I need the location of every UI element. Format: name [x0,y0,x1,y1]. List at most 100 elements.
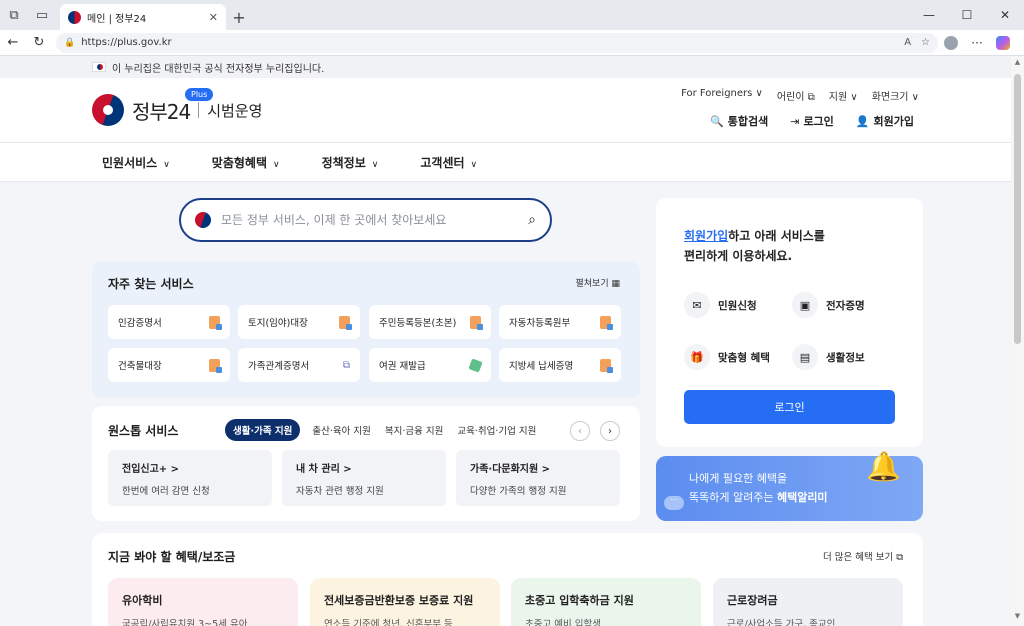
service-label: 여권 재발급 [379,361,426,372]
tab-education-jobs[interactable]: 교육·취업·기업 지원 [457,423,536,437]
service-item[interactable]: 토지(임야)대장 [238,305,360,339]
gov-emblem-icon [92,94,124,126]
browser-address-bar: ← ↻ 🔒 https://plus.gov.kr A ☆ ··· [0,30,1024,56]
signup-link[interactable]: 👤 회원가입 [856,113,914,129]
benefits-title: 지금 봐야 할 혜택/보조금 [108,550,236,564]
benefit-card[interactable]: 초중고 입학축하금 지원 초중고 예비 입학생 [511,578,701,626]
benefit-card[interactable]: 유아학비 국공립/사립유치원 3~5세 유아 [108,578,298,626]
benefit-card-title: 근로장려금 [727,594,778,607]
korea-flag-icon [92,62,106,72]
feature-e-certificate[interactable]: ▣ 전자증명 [792,292,865,318]
tab-birth-childcare[interactable]: 출산·육아 지원 [312,423,370,437]
plus-badge: Plus [185,88,214,101]
close-window-icon[interactable]: ✕ [986,0,1024,30]
page-scrollbar[interactable]: ▲ ▼ [1011,56,1024,626]
util-screen-size[interactable]: 화면크기 ∨ [872,88,919,103]
prev-arrow-button[interactable]: ‹ [570,421,590,441]
banner-highlight: 혜택알리미 [776,491,828,504]
chevron-down-icon: ∨ [273,159,280,170]
service-item[interactable]: 주민등록등본(초본) [369,305,491,339]
service-item[interactable]: 지방세 납세증명 [499,348,621,382]
benefit-card-desc: 초중고 예비 입학생 [525,619,601,626]
read-aloud-icon[interactable]: A [904,37,911,48]
external-link-icon: ⧉ [342,359,350,371]
service-item[interactable]: 자동차등록원부 [499,305,621,339]
main-search-box: ⌕ [179,198,552,242]
refresh-icon[interactable]: ↻ [26,30,52,56]
lock-icon[interactable]: 🔒 [64,38,75,48]
expand-button[interactable]: 펼쳐보기 ▦ [576,276,621,289]
feature-civil-application[interactable]: ✉ 민원신청 [684,292,757,318]
chevron-down-icon: ∨ [371,159,379,170]
minimize-icon[interactable]: — [910,0,948,30]
login-button[interactable]: 로그인 [684,390,895,424]
service-label: 자동차등록원부 [509,318,571,329]
back-icon[interactable]: ← [0,30,26,56]
benefit-card-desc: 연소득 기준에 청년, 신혼부부 등 [324,619,453,626]
workspaces-icon[interactable]: ⧉ [0,0,28,30]
tab-welfare-finance[interactable]: 복지·금융 지원 [385,423,443,437]
copilot-icon[interactable] [990,30,1016,56]
nav-policy-info[interactable]: 정책정보 ∨ [322,154,379,171]
favorite-star-icon[interactable]: ☆ [921,37,930,48]
service-label: 건축물대장 [118,361,162,372]
site-logo[interactable]: 정부24 Plus 시범운영 [92,88,262,126]
tab-life-family[interactable]: 생활·가족 지원 [225,419,301,441]
scrollbar-thumb[interactable] [1014,74,1021,344]
login-message-line2: 편리하게 이용하세요. [684,249,793,263]
more-benefits-link[interactable]: 더 많은 혜택 보기 ⧉ [823,549,903,563]
card-desc: 다양한 가족의 행정 지원 [470,486,567,497]
util-for-foreigners[interactable]: For Foreigners ∨ [681,88,763,103]
login-label: 로그인 [803,115,834,128]
benefit-card[interactable]: 전세보증금반환보증 보증료 지원 연소득 기준에 청년, 신혼부부 등 [310,578,500,626]
frequent-services-title: 자주 찾는 서비스 [108,277,194,291]
profile-icon[interactable] [938,30,964,56]
banner-line2-text: 똑똑하게 알려주는 [689,491,777,504]
site-header: 정부24 Plus 시범운영 For Foreigners ∨ 어린이 ⧉ 지원… [0,78,1011,142]
service-item[interactable]: 건축물대장 [108,348,230,382]
feature-custom-benefit[interactable]: 🎁 맞춤형 혜택 [684,344,770,370]
card-title: 전입신고+ > [122,464,180,475]
browser-tab[interactable]: 메인 | 정부24 ✕ [60,4,226,30]
benefit-card-desc: 국공립/사립유치원 3~5세 유아 [122,619,248,626]
benefit-card[interactable]: 근로장려금 근로/사업소득 가구, 종교인 [713,578,903,626]
maximize-icon[interactable]: ☐ [948,0,986,30]
benefit-alert-banner[interactable]: 나에게 필요한 혜택을 똑똑하게 알려주는 혜택알리미 🔔 ··· [656,450,923,521]
new-tab-button[interactable]: + [226,4,252,30]
more-options-icon[interactable]: ··· [964,30,990,56]
bell-icon: 🔔 [866,450,901,483]
search-input[interactable] [221,213,529,227]
login-link[interactable]: ⇥ 로그인 [790,113,834,129]
integrated-search-button[interactable]: 🔍 통합검색 [710,113,768,129]
util-support[interactable]: 지원 ∨ [829,88,858,103]
onestop-card[interactable]: 전입신고+ > 한번에 여러 감면 신청 [108,450,272,506]
pencil-icon [468,357,483,373]
frequent-services-panel: 자주 찾는 서비스 펼쳐보기 ▦ 인감증명서 토지(임야)대장 주민등록등본(초… [92,261,640,398]
document-icon [209,315,222,330]
service-item[interactable]: 여권 재발급 [369,348,491,382]
service-label: 토지(임야)대장 [248,318,308,329]
service-item[interactable]: 가족관계증명서 ⧉ [238,348,360,382]
feature-life-info[interactable]: ▤ 생활정보 [792,344,865,370]
scroll-up-icon[interactable]: ▲ [1011,58,1024,70]
util-kids[interactable]: 어린이 ⧉ [777,88,815,103]
login-card: 회원가입하고 아래 서비스를 편리하게 이용하세요. ✉ 민원신청 ▣ 전자증명 🎁… [656,198,923,447]
browser-tab-bar: ⧉ ▭ 메인 | 정부24 ✕ + — ☐ ✕ [0,0,1024,30]
scroll-down-icon[interactable]: ▼ [1011,612,1024,624]
onestop-card[interactable]: 내 차 관리 > 자동차 관련 행정 지원 [282,450,446,506]
close-tab-icon[interactable]: ✕ [209,11,218,24]
service-label: 가족관계증명서 [248,361,310,372]
nav-customer-center[interactable]: 고객센터 ∨ [420,154,477,171]
signup-inline-link[interactable]: 회원가입 [684,229,728,243]
next-arrow-button[interactable]: › [600,421,620,441]
bookmark-icon: ▤ [792,344,818,370]
search-icon[interactable]: ⌕ [528,212,536,228]
nav-custom-benefits[interactable]: 맞춤형혜택 ∨ [212,154,280,171]
nav-civil-services[interactable]: 민원서비스 ∨ [102,154,170,171]
url-field[interactable]: 🔒 https://plus.gov.kr A ☆ [56,32,938,53]
chevron-down-icon: ∨ [470,159,478,170]
tab-actions-icon[interactable]: ▭ [28,0,56,30]
login-icon: ⇥ [790,114,800,128]
service-item[interactable]: 인감증명서 [108,305,230,339]
onestop-card[interactable]: 가족·다문화지원 > 다양한 가족의 행정 지원 [456,450,620,506]
